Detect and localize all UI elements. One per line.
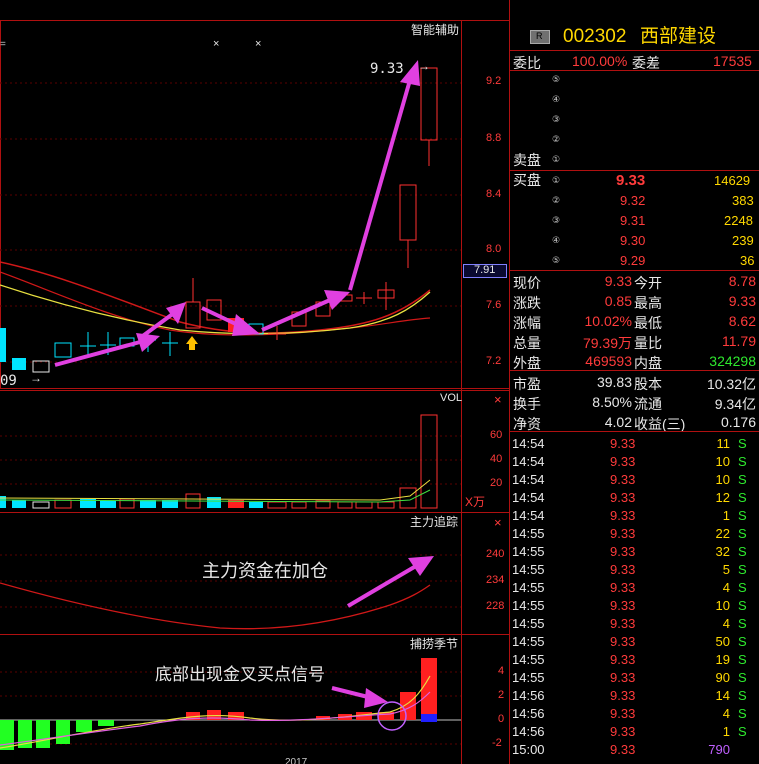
tick-row[interactable]: 14:55 9.33 5 S xyxy=(510,560,759,578)
buy-volume: 14629 xyxy=(714,173,751,188)
buy-volume: 239 xyxy=(732,233,754,248)
tick-row[interactable]: 14:56 9.33 4 S xyxy=(510,704,759,722)
stat-row: 换手 8.50% 流通 9.34亿 xyxy=(513,394,756,412)
stock-code: 002302 xyxy=(563,26,627,47)
axis-label: 40 xyxy=(490,453,503,465)
buy-price: 9.33 xyxy=(616,172,646,189)
axis-label: 234 xyxy=(486,574,505,586)
buy-price: 9.32 xyxy=(620,193,646,208)
tick-row[interactable]: 14:55 9.33 4 S xyxy=(510,614,759,632)
stat-row: 涨跌 0.85 最高 9.33 xyxy=(513,293,756,311)
current-price-tag-text: 7.91 xyxy=(474,264,496,276)
close-icon[interactable]: × xyxy=(494,393,502,406)
buy-price: 9.31 xyxy=(620,213,646,228)
axis-label: 7.2 xyxy=(486,355,502,367)
axis-label: 60 xyxy=(490,429,503,441)
season-annotation: 底部出现金叉买点信号 xyxy=(155,665,325,684)
high-price-label: 9.33 xyxy=(370,61,404,77)
sell-level: ⑤ xyxy=(552,74,561,84)
tick-row[interactable]: 14:54 9.33 1 S xyxy=(510,506,759,524)
axis-label: 2 xyxy=(498,689,505,701)
buy-signal-icon xyxy=(186,336,198,350)
axis-label: 8.4 xyxy=(486,188,502,200)
sell-level: ① xyxy=(552,154,561,164)
sell-label: 卖盘 xyxy=(513,152,541,168)
tick-row[interactable]: 14:55 9.33 50 S xyxy=(510,632,759,650)
tick-row[interactable]: 14:55 9.33 90 S xyxy=(510,668,759,686)
tick-row[interactable]: 14:55 9.33 4 S xyxy=(510,578,759,596)
tick-row[interactable]: 14:55 9.33 32 S xyxy=(510,542,759,560)
buy-volume: 383 xyxy=(732,193,754,208)
volume-panel-title: VOL xyxy=(440,392,463,404)
tick-row[interactable]: 15:00 9.33 790 xyxy=(510,740,759,758)
main-force-curve xyxy=(0,582,431,630)
tick-row[interactable]: 14:54 9.33 12 S xyxy=(510,488,759,506)
tick-row[interactable]: 14:55 9.33 10 S xyxy=(510,596,759,614)
close-icon[interactable]: × xyxy=(494,516,502,529)
bottom-year: 2017 xyxy=(285,757,308,764)
r-badge-text: R xyxy=(536,31,543,41)
close-x-icon-2[interactable]: × xyxy=(255,39,261,50)
stat-row: 市盈 39.83 股本 10.32亿 xyxy=(513,374,756,392)
stock-terminal: = × × 智能辅助 9.33 → 09 → 9.2 8.8 8.4 8.0 7… xyxy=(0,0,759,764)
buy-volume: 36 xyxy=(740,253,755,268)
axis-label: 0 xyxy=(498,713,505,725)
axis-label: 7.6 xyxy=(486,299,502,311)
sell-level: ② xyxy=(552,134,561,144)
mini-marker: = xyxy=(0,39,6,50)
low-price-label: 09 xyxy=(0,373,17,389)
trend-arrows xyxy=(54,60,420,367)
price-panel-title: 智能辅助 xyxy=(411,23,460,37)
tick-row[interactable]: 14:54 9.33 11 S xyxy=(510,434,759,452)
stat-row: 总量 79.39万 量比 11.79 xyxy=(513,333,756,351)
quote-panel: R 002302 西部建设 委比 100.00% 委差 17535 ⑤ ④ ③ … xyxy=(510,0,759,764)
tick-row[interactable]: 14:56 9.33 14 S xyxy=(510,686,759,704)
arrow-right-icon: → xyxy=(30,371,42,385)
axis-label: 9.2 xyxy=(486,75,502,87)
stat-row: 现价 9.33 今开 8.78 xyxy=(513,273,756,291)
stat-row: 外盘 469593 内盘 324298 xyxy=(513,353,756,371)
tick-row[interactable]: 14:54 9.33 10 S xyxy=(510,470,759,488)
sell-level: ④ xyxy=(552,94,561,104)
volume-unit: X万 xyxy=(465,495,486,509)
main-force-title: 主力追踪 xyxy=(410,515,459,529)
season-panel-title: 捕捞季节 xyxy=(410,637,459,651)
buy-volume: 2248 xyxy=(724,213,753,228)
buy-price: 9.29 xyxy=(620,253,646,268)
buy-price: 9.30 xyxy=(620,233,646,248)
main-force-annotation: 主力资金在加仓 xyxy=(202,561,328,581)
stock-name: 西部建设 xyxy=(640,26,717,47)
stat-row: 净资 4.02 收益(三) 0.176 xyxy=(513,414,756,432)
stat-row: 涨幅 10.02% 最低 8.62 xyxy=(513,313,756,331)
buy-book: ① 9.33 14629 ② 9.32 383 ③ 9.31 2248 ④ 9.… xyxy=(552,172,755,268)
close-x-icon[interactable]: × xyxy=(213,39,219,50)
season-arrow xyxy=(331,686,388,708)
sell-level: ③ xyxy=(552,114,561,124)
weibi-row: 委比 100.00% 委差 17535 xyxy=(513,53,752,71)
tick-row[interactable]: 14:54 9.33 10 S xyxy=(510,452,759,470)
volume-bars xyxy=(0,414,438,509)
axis-label: 240 xyxy=(486,548,505,560)
arrow-right-icon: → xyxy=(418,59,430,73)
axis-label: 4 xyxy=(498,665,505,677)
axis-label: 228 xyxy=(486,600,505,612)
axis-label: 20 xyxy=(490,477,503,489)
tick-row[interactable]: 14:56 9.33 1 S xyxy=(510,722,759,740)
tick-row[interactable]: 14:55 9.33 22 S xyxy=(510,524,759,542)
axis-label: -2 xyxy=(492,737,502,749)
axis-label: 8.8 xyxy=(486,132,502,144)
axis-label: 8.0 xyxy=(486,243,502,255)
tick-row[interactable]: 14:55 9.33 19 S xyxy=(510,650,759,668)
